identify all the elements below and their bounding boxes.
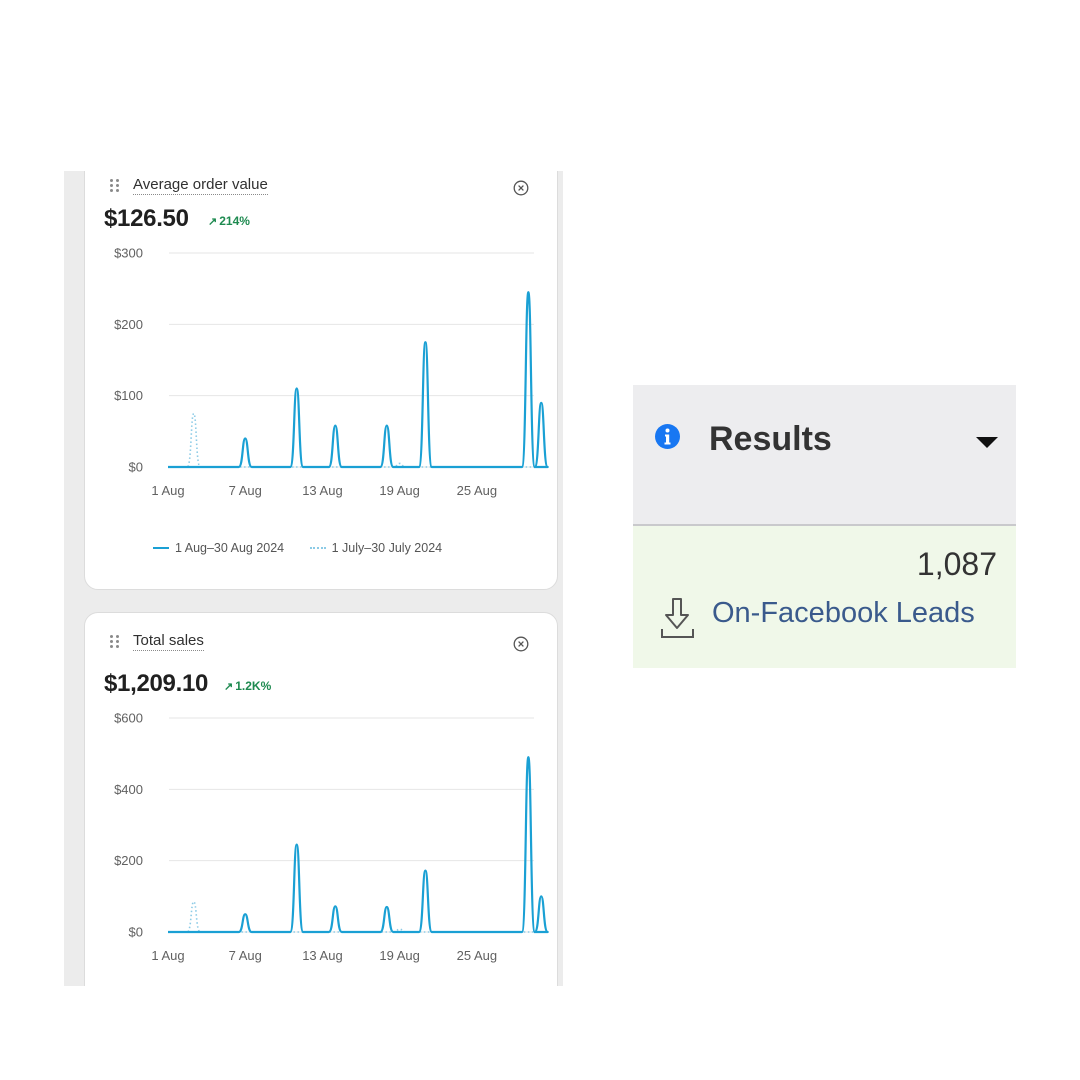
- legend-item-previous[interactable]: 1 July–30 July 2024: [309, 541, 443, 555]
- y-tick-label: $100: [114, 388, 143, 403]
- legend-label: 1 Aug–30 Aug 2024: [175, 541, 285, 555]
- change-badge: ↗ 214%: [208, 214, 250, 228]
- series-line-current: [168, 756, 549, 934]
- x-tick-label: 13 Aug: [302, 948, 343, 963]
- legend-label: 1 July–30 July 2024: [331, 541, 443, 555]
- change-badge: ↗ 1.2K%: [224, 679, 271, 693]
- metric-card-average-order-value: Average order value $126.50 ↗ 214% $0 $100…: [84, 171, 558, 590]
- change-value: 1.2K%: [235, 679, 272, 693]
- close-circle-icon[interactable]: [513, 636, 529, 652]
- chart-legend: 1 Aug–30 Aug 2024 1 July–30 July 2024: [153, 541, 464, 555]
- y-tick-label: $300: [114, 246, 143, 261]
- results-value: 1,087: [916, 546, 997, 582]
- results-header[interactable]: Results: [633, 385, 1016, 526]
- change-value: 214%: [219, 214, 250, 228]
- card-title[interactable]: Total sales: [133, 632, 204, 651]
- y-tick-label: $200: [114, 853, 143, 868]
- y-tick-label: $400: [114, 782, 143, 797]
- x-tick-label: 7 Aug: [229, 483, 262, 498]
- x-tick-label: 7 Aug: [229, 948, 262, 963]
- y-tick-label: $0: [129, 460, 143, 475]
- results-cell: 1,087 On-Facebook Leads: [633, 526, 1016, 668]
- line-chart: $0 $100 $200 $300 1 Aug 7 Aug 13 Aug 19 Aug 25 A…: [114, 246, 549, 498]
- metric-card-total-sales: Total sales $1,209.10 ↗ 1.2K% $0 $200 $400 $…: [84, 612, 558, 986]
- y-tick-label: $600: [114, 711, 143, 726]
- x-tick-label: 19 Aug: [379, 483, 420, 498]
- series-line-current: [168, 291, 549, 469]
- dashboard-panel: Average order value $126.50 ↗ 214% $0 $100…: [64, 171, 563, 986]
- x-tick-label: 25 Aug: [457, 483, 498, 498]
- drag-handle-icon[interactable]: [110, 179, 120, 193]
- results-link-on-facebook-leads[interactable]: On-Facebook Leads: [712, 597, 975, 630]
- x-tick-label: 1 Aug: [151, 483, 184, 498]
- results-title: Results: [709, 420, 832, 458]
- series-line-previous: [168, 412, 534, 468]
- trend-up-icon: ↗: [224, 681, 234, 693]
- x-tick-label: 19 Aug: [379, 948, 420, 963]
- download-icon: [661, 598, 694, 638]
- legend-swatch-dotted: [309, 546, 326, 549]
- x-tick-label: 13 Aug: [302, 483, 343, 498]
- metric-value: $1,209.10: [104, 670, 209, 697]
- results-column: Results 1,087 On-Facebook Leads: [633, 385, 1016, 668]
- card-title[interactable]: Average order value: [133, 176, 268, 195]
- drag-handle-icon[interactable]: [110, 635, 120, 649]
- x-tick-label: 25 Aug: [457, 948, 498, 963]
- line-chart: $0 $200 $400 $600 1 Aug 7 Aug 13 Aug 19 Aug 25 A…: [114, 711, 549, 963]
- legend-item-current[interactable]: 1 Aug–30 Aug 2024: [153, 541, 284, 555]
- x-tick-label: 1 Aug: [151, 948, 184, 963]
- series-line-previous: [168, 900, 534, 933]
- metric-value: $126.50: [104, 205, 189, 232]
- caret-down-icon[interactable]: [976, 437, 998, 448]
- y-tick-label: $0: [129, 925, 143, 940]
- y-tick-label: $200: [114, 317, 143, 332]
- close-circle-icon[interactable]: [513, 180, 529, 196]
- legend-swatch-solid: [153, 546, 169, 549]
- trend-up-icon: ↗: [208, 216, 218, 228]
- info-icon[interactable]: [655, 424, 680, 449]
